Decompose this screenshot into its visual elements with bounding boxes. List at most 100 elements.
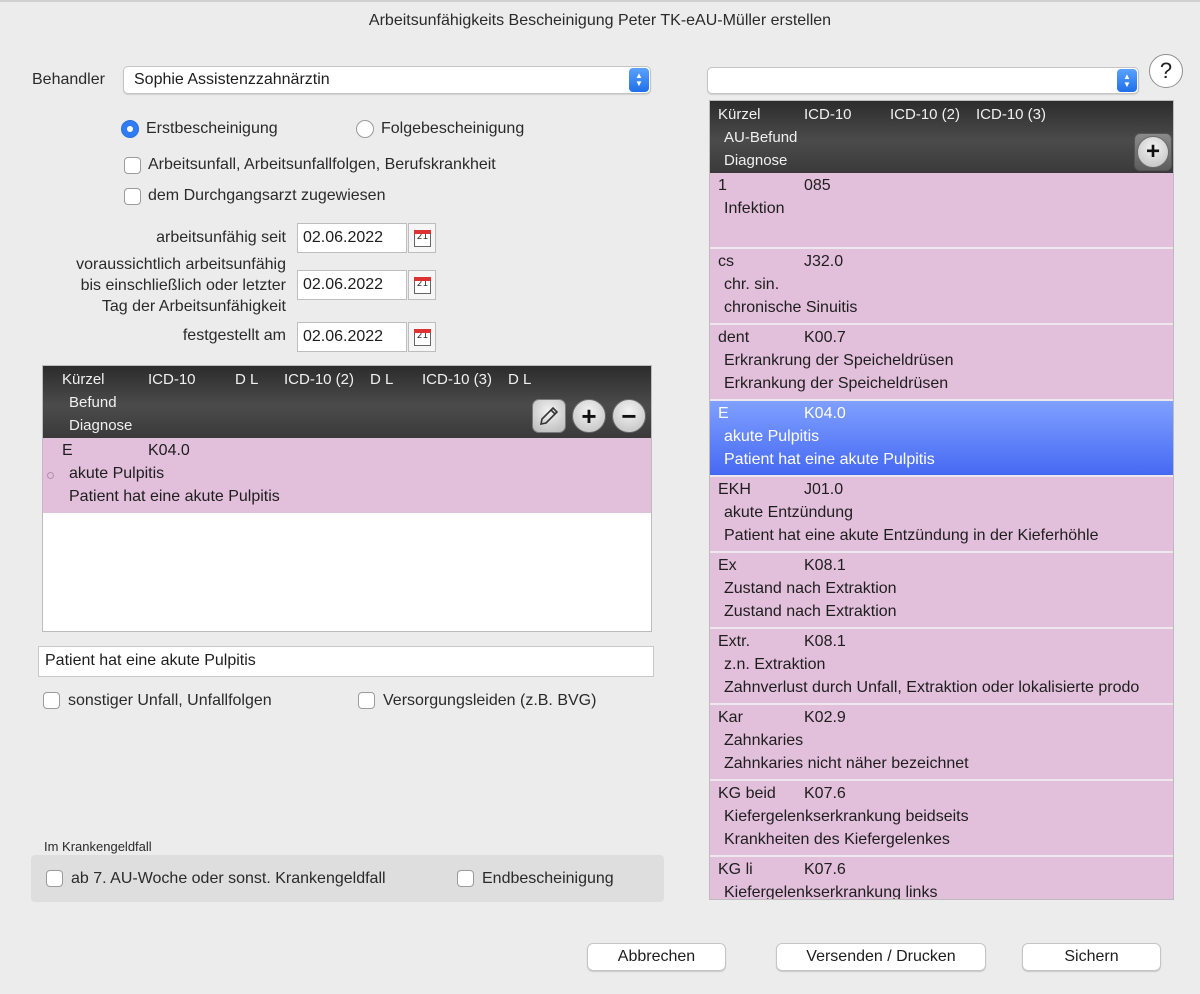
row-kuerzel: Extr.	[718, 633, 751, 650]
date-bis-input[interactable]: 02.06.2022	[297, 270, 407, 300]
row-kuerzel: E	[718, 405, 729, 422]
bis-label-2: bis einschließlich oder letzter	[80, 277, 286, 294]
row-icd10: 085	[804, 177, 831, 194]
help-button[interactable]: ?	[1149, 54, 1183, 88]
row-diagnose: Patient hat eine akute Pulpitis	[69, 488, 280, 505]
send-print-button[interactable]: Versenden / Drucken	[776, 943, 986, 971]
checkbox-durchgangsarzt[interactable]	[124, 188, 141, 205]
cancel-button[interactable]: Abbrechen	[587, 943, 726, 971]
calendar-button-festgestellt[interactable]: 21	[408, 322, 436, 352]
row-kuerzel: Ex	[718, 557, 737, 574]
col-icd10-2: ICD-10 (2)	[890, 106, 961, 123]
krankengeldfall-label: ab 7. AU-Woche oder sonst. Krankengeldfa…	[71, 870, 386, 887]
row-au-befund: Zustand nach Extraktion	[724, 580, 897, 597]
diagnosis-text-input[interactable]: Patient hat eine akute Pulpitis	[38, 646, 654, 677]
pencil-icon	[539, 406, 559, 426]
behandler-label: Behandler	[32, 71, 105, 88]
table-row[interactable]: KG li K07.6 Kiefergelenkserkrankung links	[710, 857, 1173, 900]
col-dl-2: D L	[370, 371, 394, 388]
remove-diagnosis-button[interactable]: −	[612, 399, 646, 433]
row-diagnose: Patient hat eine akute Pulpitis	[724, 451, 935, 468]
col-dl-3: D L	[508, 371, 532, 388]
col-diagnose: Diagnose	[69, 417, 133, 434]
folgebescheinigung-label: Folgebescheinigung	[381, 120, 525, 137]
calendar-button-bis[interactable]: 21	[408, 270, 436, 300]
row-icd10: J01.0	[804, 481, 844, 498]
save-button[interactable]: Sichern	[1022, 943, 1161, 971]
row-icd10: K07.6	[804, 861, 846, 878]
table-row[interactable]: KG beid K07.6 Kiefergelenkserkrankung beid…	[710, 781, 1173, 855]
checkbox-sonstiger-unfall[interactable]	[43, 692, 60, 709]
row-marker-icon	[47, 472, 54, 479]
table-row[interactable]: EKH J01.0 akute Entzündung Patient hat eine…	[710, 477, 1173, 551]
krankengeld-section-label: Im Krankengeldfall	[44, 839, 152, 854]
window-title: Arbeitsunfähigkeits Bescheinigung Peter …	[368, 12, 832, 29]
bis-label-3: Tag der Arbeitsunfähigkeit	[101, 298, 286, 315]
table-row[interactable]: cs J32.0 chr. sin. chronische Sinuitis	[710, 249, 1173, 323]
add-catalog-entry-button[interactable]: +	[1134, 133, 1172, 171]
edit-button[interactable]	[532, 399, 566, 433]
table-row[interactable]: Extr. K08.1 z.n. Extraktion Zahnverlust dur…	[710, 629, 1173, 703]
col-befund: Befund	[69, 394, 117, 411]
row-au-befund: z.n. Extraktion	[724, 656, 826, 673]
col-icd10-2: ICD-10 (2)	[284, 371, 355, 388]
selected-diagnoses-table: Kürzel ICD-10 D L ICD-10 (2) D L ICD-10 …	[42, 365, 652, 632]
plus-icon: +	[581, 401, 597, 431]
col-dl-1: D L	[235, 371, 259, 388]
row-au-befund: chr. sin.	[724, 276, 780, 293]
row-kuerzel: 1	[718, 177, 727, 194]
table-row[interactable]: E K04.0 akute Pulpitis Patient hat eine …	[43, 438, 651, 513]
row-au-befund: akute Entzündung	[724, 504, 853, 521]
versorgungsleiden-label: Versorgungsleiden (z.B. BVG)	[383, 692, 597, 709]
behandler-value: Sophie Assistenzzahnärztin	[134, 71, 330, 88]
calendar-icon: 21	[414, 277, 431, 294]
checkbox-versorgungsleiden[interactable]	[358, 692, 375, 709]
col-kuerzel: Kürzel	[718, 106, 761, 123]
row-icd10: K04.0	[804, 405, 846, 422]
popup-chevron-icon: ▲ ▼	[1117, 69, 1137, 92]
row-kuerzel: E	[62, 442, 73, 459]
col-icd10-3: ICD-10 (3)	[976, 106, 1047, 123]
row-diagnose: Erkrankung der Speicheldrüsen	[724, 375, 949, 392]
row-befund: akute Pulpitis	[69, 465, 165, 482]
diagnosis-catalog-table: Kürzel ICD-10 ICD-10 (2) ICD-10 (3) AU-B…	[709, 100, 1174, 900]
calendar-icon: 21	[414, 329, 431, 346]
table-row[interactable]: E K04.0 akute Pulpitis Patient hat eine aku…	[710, 401, 1173, 475]
row-au-befund: Infektion	[724, 200, 785, 217]
row-au-befund: Kiefergelenkserkrankung links	[724, 884, 938, 900]
row-au-befund: akute Pulpitis	[724, 428, 820, 445]
sonstiger-unfall-label: sonstiger Unfall, Unfallfolgen	[68, 692, 272, 709]
row-icd10: K00.7	[804, 329, 846, 346]
row-icd10: K08.1	[804, 633, 846, 650]
row-diagnose: Krankheiten des Kiefergelenkes	[724, 831, 950, 848]
table-row[interactable]: Kar K02.9 Zahnkaries Zahnkaries nicht näher…	[710, 705, 1173, 779]
row-kuerzel: Kar	[718, 709, 743, 726]
date-seit-input[interactable]: 02.06.2022	[297, 223, 407, 253]
checkbox-krankengeldfall[interactable]	[46, 870, 63, 887]
behandler-select[interactable]: Sophie Assistenzzahnärztin ▲ ▼	[123, 66, 651, 94]
window-top-edge	[0, 0, 1200, 2]
catalog-rows: 1 085 Infektion cs J32.0 chr. sin. chronische …	[710, 173, 1173, 900]
row-icd10: K04.0	[148, 442, 190, 459]
krankengeld-group: ab 7. AU-Woche oder sonst. Krankengeldfa…	[31, 855, 664, 902]
row-kuerzel: KG beid	[718, 785, 776, 802]
radio-erstbescheinigung[interactable]	[121, 120, 139, 138]
row-icd10: K07.6	[804, 785, 846, 802]
table-row[interactable]: Ex K08.1 Zustand nach Extraktion Zustand na…	[710, 553, 1173, 627]
radio-folgebescheinigung[interactable]	[356, 120, 374, 138]
row-icd10: K02.9	[804, 709, 846, 726]
date-festgestellt-input[interactable]: 02.06.2022	[297, 322, 407, 352]
checkbox-endbescheinigung[interactable]	[457, 870, 474, 887]
table-row[interactable]: dent K00.7 Erkrankrung der Speicheldrüsen E…	[710, 325, 1173, 399]
question-mark-icon: ?	[1159, 58, 1173, 83]
row-diagnose: Zahnkaries nicht näher bezeichnet	[724, 755, 969, 772]
col-icd10-3: ICD-10 (3)	[422, 371, 493, 388]
row-diagnose: Zahnverlust durch Unfall, Extraktion ode…	[724, 679, 1140, 696]
table-row[interactable]: 1 085 Infektion	[710, 173, 1173, 247]
add-diagnosis-button[interactable]: +	[572, 399, 606, 433]
col-diagnose: Diagnose	[724, 152, 788, 169]
col-kuerzel: Kürzel	[62, 371, 105, 388]
checkbox-arbeitsunfall[interactable]	[124, 157, 141, 174]
diagnosis-catalog-select[interactable]: ▲ ▼	[707, 67, 1139, 94]
calendar-button-seit[interactable]: 21	[408, 223, 436, 253]
